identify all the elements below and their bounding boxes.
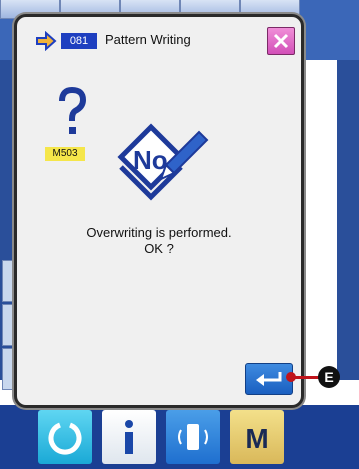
mode-button[interactable]: M <box>230 410 284 464</box>
svg-text:M: M <box>245 423 268 454</box>
close-icon <box>273 33 289 49</box>
message-line: Overwriting is performed. <box>86 225 232 240</box>
dialog-title: Pattern Writing <box>105 32 191 47</box>
information-button[interactable] <box>102 410 156 464</box>
question-mark-icon <box>59 87 87 134</box>
dialog-header: 081 Pattern Writing <box>17 17 301 65</box>
information-icon <box>125 420 133 454</box>
communication-button[interactable] <box>166 410 220 464</box>
arrow-right-icon <box>36 31 57 51</box>
close-button[interactable] <box>267 27 295 55</box>
background-segment <box>2 260 14 302</box>
communication-icon <box>178 424 208 450</box>
message-code: M503 <box>45 147 85 161</box>
confirmation-dialog: 081 Pattern Writing M503 No. Overwriting… <box>14 14 304 408</box>
background-segment <box>2 348 14 390</box>
enter-icon <box>256 372 282 386</box>
number-pencil-icon: No. <box>117 123 209 201</box>
callout-badge: E <box>318 366 340 388</box>
function-code-badge: 081 <box>61 33 97 49</box>
mode-icon: M <box>245 423 268 454</box>
reset-icon <box>48 422 82 455</box>
reset-button[interactable] <box>38 410 92 464</box>
message-line: OK ? <box>144 241 174 256</box>
confirmation-message: Overwriting is performed. OK ? <box>17 225 301 257</box>
background-segment <box>2 304 14 346</box>
background-right <box>337 60 359 380</box>
